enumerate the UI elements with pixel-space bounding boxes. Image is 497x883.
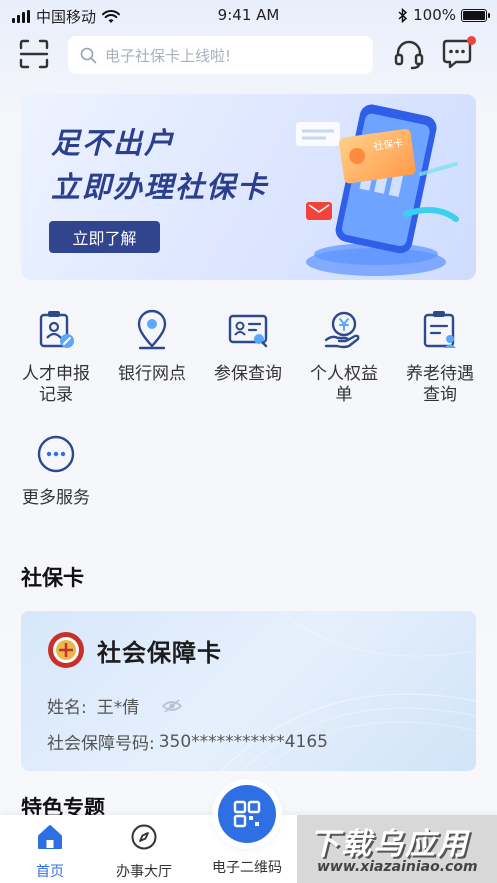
service-personal-rights[interactable]: 个人权益 单 (296, 308, 392, 406)
status-bar: 中国移动 9:41 AM 100% (0, 0, 497, 30)
talent-record-icon (39, 311, 74, 348)
service-label: 更多服务 (22, 488, 90, 508)
message-button[interactable] (440, 36, 476, 70)
qr-code-button[interactable] (218, 785, 276, 843)
top-header: 电子社保卡上线啦! (0, 34, 497, 76)
qr-code-icon (233, 800, 261, 828)
tab-home[interactable]: 首页 (5, 823, 95, 881)
battery-percent: 100% (413, 6, 456, 24)
search-input[interactable]: 电子社保卡上线啦! (68, 36, 373, 74)
search-icon (80, 47, 97, 63)
service-label: 养老待遇 查询 (406, 364, 474, 405)
social-card-section-title: 社保卡 (21, 566, 84, 590)
card-number-row: 社会保障号码: 350***********4165 (47, 729, 328, 755)
headset-icon (394, 40, 424, 70)
app-screen: 中国移动 9:41 AM 100% 电子社保卡上线啦! 足不出户 立即办理社保卡… (0, 0, 497, 883)
tab-qr-code[interactable]: 电子二维码 (202, 857, 292, 877)
tab-service-hall[interactable]: 办事大厅 (99, 823, 189, 881)
service-label: 银行网点 (118, 364, 186, 384)
name-value: 王*倩 (96, 698, 140, 718)
unread-badge (467, 36, 476, 45)
tab-label: 办事大厅 (116, 864, 172, 880)
social-security-emblem (48, 632, 84, 668)
status-right: 100% (398, 6, 490, 24)
eye-hidden-icon[interactable] (161, 698, 183, 714)
search-placeholder: 电子社保卡上线啦! (105, 46, 232, 65)
tab-label: 首页 (36, 864, 64, 880)
location-icon (137, 309, 167, 350)
name-label: 姓名: (47, 698, 87, 718)
number-value: 350***********4165 (158, 731, 328, 752)
more-icon (37, 435, 75, 473)
card-name-row: 姓名: 王*倩 (47, 693, 183, 718)
watermark-url: www.xiazainiao.com (317, 859, 478, 875)
bluetooth-icon (398, 7, 408, 23)
service-talent-record[interactable]: 人才申报 记录 (8, 308, 104, 406)
number-label: 社会保障号码: (47, 734, 155, 754)
banner-title-line2: 立即办理社保卡 (51, 170, 269, 204)
card-title: 社会保障卡 (97, 638, 222, 667)
battery-icon (461, 8, 490, 22)
compass-icon (131, 824, 157, 850)
personal-rights-icon (324, 311, 360, 349)
service-pension-query[interactable]: 养老待遇 查询 (392, 308, 488, 406)
banner-title-line1: 足不出户 (51, 126, 176, 160)
service-label: 参保查询 (214, 364, 282, 384)
promo-banner[interactable]: 足不出户 立即办理社保卡 立即了解 社保卡 (21, 94, 476, 280)
service-label: 人才申报 记录 (22, 364, 90, 405)
banner-illustration: 社保卡 (296, 104, 459, 276)
pension-query-icon (423, 311, 456, 348)
service-bank-outlets[interactable]: 银行网点 (104, 308, 200, 385)
service-more[interactable]: 更多服务 (8, 432, 104, 509)
service-label: 个人权益 单 (310, 364, 378, 405)
insurance-query-icon (228, 314, 268, 348)
service-insurance-query[interactable]: 参保查询 (200, 308, 296, 385)
home-icon (38, 825, 62, 849)
site-watermark: 下载乌应用 www.xiazainiao.com (297, 815, 497, 883)
scan-icon[interactable] (18, 38, 50, 70)
tab-label: 电子二维码 (212, 860, 282, 876)
social-security-card[interactable]: 社会保障卡 姓名: 王*倩 社会保障号码: 350***********4165 (21, 611, 476, 771)
customer-service-button[interactable] (392, 38, 426, 70)
banner-cta-button[interactable]: 立即了解 (49, 221, 160, 253)
watermark-title: 下载乌应用 (309, 827, 469, 862)
